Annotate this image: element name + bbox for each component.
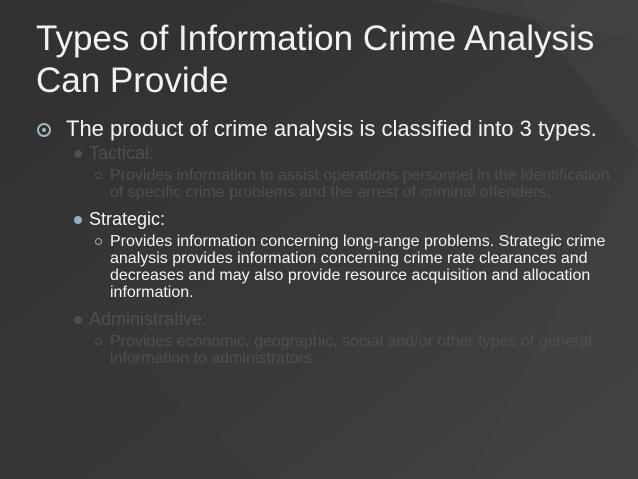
section-heading: Administrative:: [89, 309, 208, 329]
ring-bullet-icon: [95, 238, 102, 245]
dot-bullet-icon: [74, 316, 82, 324]
section-detail-text: Provides information concerning long-ran…: [110, 233, 606, 301]
section-tactical: Tactical:: [32, 143, 622, 164]
section-administrative: Administrative:: [32, 309, 622, 330]
section-detail-text: Provides economic, geographic, social an…: [110, 333, 593, 367]
ring-bullet-icon: [95, 338, 102, 345]
dot-bullet-icon: [74, 150, 82, 158]
slide-body: The product of crime analysis is classif…: [32, 117, 622, 367]
intro-text: The product of crime analysis is classif…: [66, 116, 597, 141]
intro-bullet: The product of crime analysis is classif…: [32, 117, 622, 141]
section-strategic: Strategic:: [32, 209, 622, 230]
section-tactical-detail: Provides information to assist operation…: [32, 167, 622, 201]
section-strategic-detail: Provides information concerning long-ran…: [32, 233, 622, 301]
slide: Types of Information Crime Analysis Can …: [0, 0, 638, 479]
section-heading: Tactical:: [89, 143, 155, 163]
ring-bullet-icon: [95, 172, 102, 179]
section-administrative-detail: Provides economic, geographic, social an…: [32, 333, 622, 367]
section-detail-text: Provides information to assist operation…: [110, 167, 610, 201]
slide-title: Types of Information Crime Analysis Can …: [36, 19, 595, 100]
section-heading: Strategic:: [89, 209, 166, 229]
target-bullet-icon: [37, 123, 51, 137]
dot-bullet-icon: [74, 216, 82, 224]
